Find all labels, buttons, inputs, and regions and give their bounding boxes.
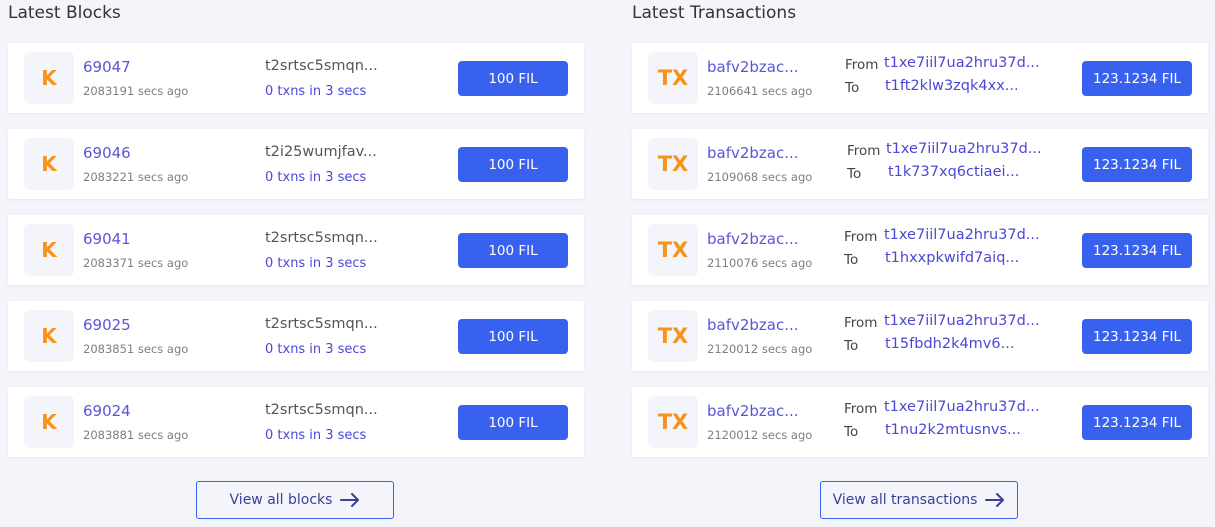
tx-hash-link[interactable]: bafv2bzac... xyxy=(707,58,799,76)
block-height-link[interactable]: 69025 xyxy=(83,316,131,334)
transaction-card: TX bafv2bzac... 2106641 secs ago From t1… xyxy=(632,43,1208,113)
block-txns-info: 0 txns in 3 secs xyxy=(265,342,366,357)
to-address-link[interactable]: t1k737xq6ctiaei... xyxy=(888,164,1019,180)
block-reward-button[interactable]: 100 FIL xyxy=(458,319,568,354)
transaction-card: TX bafv2bzac... 2110076 secs ago From t1… xyxy=(632,215,1208,285)
block-k-icon: K xyxy=(24,52,74,104)
block-card: K 69041 2083371 secs ago t2srtsc5smqn...… xyxy=(8,215,584,285)
transaction-card: TX bafv2bzac... 2120012 secs ago From t1… xyxy=(632,387,1208,457)
from-address-link[interactable]: t1xe7iil7ua2hru37d... xyxy=(884,55,1040,71)
latest-blocks-title: Latest Blocks xyxy=(8,3,121,23)
to-label: To xyxy=(845,80,860,96)
block-card: K 69047 2083191 secs ago t2srtsc5smqn...… xyxy=(8,43,584,113)
block-k-icon: K xyxy=(24,224,74,276)
block-time: in 3 secs xyxy=(309,256,367,271)
block-age: 2083881 secs ago xyxy=(83,428,189,442)
tx-icon: TX xyxy=(648,396,698,448)
from-label: From xyxy=(845,57,879,73)
tx-age: 2106641 secs ago xyxy=(707,84,813,98)
to-address-link[interactable]: t1hxxpkwifd7aiq... xyxy=(885,250,1019,266)
block-time: in 3 secs xyxy=(309,428,367,443)
tx-icon: TX xyxy=(648,224,698,276)
tx-icon: TX xyxy=(648,138,698,190)
block-height-link[interactable]: 69046 xyxy=(83,144,131,162)
block-reward-button[interactable]: 100 FIL xyxy=(458,405,568,440)
block-txns: 0 txns xyxy=(265,342,306,357)
view-all-transactions-button[interactable]: View all transactions xyxy=(820,481,1018,519)
block-miner[interactable]: t2srtsc5smqn... xyxy=(265,316,378,332)
to-address-link[interactable]: t15fbdh2k4mv6... xyxy=(885,336,1014,352)
from-address-link[interactable]: t1xe7iil7ua2hru37d... xyxy=(886,141,1042,157)
block-card: K 69046 2083221 secs ago t2i25wumjfav...… xyxy=(8,129,584,199)
block-reward-button[interactable]: 100 FIL xyxy=(458,233,568,268)
block-k-icon: K xyxy=(24,138,74,190)
block-miner[interactable]: t2srtsc5smqn... xyxy=(265,402,378,418)
to-address-link[interactable]: t1ft2klw3zqk4xx... xyxy=(885,78,1019,94)
block-time: in 3 secs xyxy=(309,84,367,99)
to-address-link[interactable]: t1nu2k2mtusnvs... xyxy=(885,422,1021,438)
block-height-link[interactable]: 69047 xyxy=(83,58,131,76)
block-txns: 0 txns xyxy=(265,428,306,443)
transaction-card: TX bafv2bzac... 2120012 secs ago From t1… xyxy=(632,301,1208,371)
tx-hash-link[interactable]: bafv2bzac... xyxy=(707,402,799,420)
tx-hash-link[interactable]: bafv2bzac... xyxy=(707,144,799,162)
view-all-transactions-label: View all transactions xyxy=(832,492,978,508)
block-txns: 0 txns xyxy=(265,256,306,271)
arrow-right-icon xyxy=(340,493,360,507)
tx-amount-button[interactable]: 123.1234 FIL xyxy=(1082,233,1192,268)
tx-hash-link[interactable]: bafv2bzac... xyxy=(707,230,799,248)
from-label: From xyxy=(844,315,878,331)
transaction-card: TX bafv2bzac... 2109068 secs ago From t1… xyxy=(632,129,1208,199)
block-miner[interactable]: t2srtsc5smqn... xyxy=(265,230,378,246)
block-txns-info: 0 txns in 3 secs xyxy=(265,256,366,271)
block-txns-info: 0 txns in 3 secs xyxy=(265,428,366,443)
block-reward-button[interactable]: 100 FIL xyxy=(458,147,568,182)
block-card: K 69025 2083851 secs ago t2srtsc5smqn...… xyxy=(8,301,584,371)
block-txns-info: 0 txns in 3 secs xyxy=(265,170,366,185)
from-address-link[interactable]: t1xe7iil7ua2hru37d... xyxy=(884,399,1040,415)
from-label: From xyxy=(844,401,878,417)
block-card: K 69024 2083881 secs ago t2srtsc5smqn...… xyxy=(8,387,584,457)
to-label: To xyxy=(844,338,859,354)
block-age: 2083191 secs ago xyxy=(83,84,189,98)
view-all-blocks-button[interactable]: View all blocks xyxy=(196,481,394,519)
from-label: From xyxy=(844,229,878,245)
to-label: To xyxy=(847,166,862,182)
to-label: To xyxy=(844,424,859,440)
tx-amount-button[interactable]: 123.1234 FIL xyxy=(1082,405,1192,440)
from-address-link[interactable]: t1xe7iil7ua2hru37d... xyxy=(884,313,1040,329)
block-height-link[interactable]: 69024 xyxy=(83,402,131,420)
latest-transactions-title: Latest Transactions xyxy=(632,3,797,23)
from-label: From xyxy=(847,143,881,159)
view-all-blocks-label: View all blocks xyxy=(229,492,333,508)
block-k-icon: K xyxy=(24,310,74,362)
block-age: 2083371 secs ago xyxy=(83,256,189,270)
block-txns: 0 txns xyxy=(265,170,306,185)
tx-icon: TX xyxy=(648,52,698,104)
tx-age: 2109068 secs ago xyxy=(707,170,813,184)
tx-amount-button[interactable]: 123.1234 FIL xyxy=(1082,147,1192,182)
tx-hash-link[interactable]: bafv2bzac... xyxy=(707,316,799,334)
block-txns-info: 0 txns in 3 secs xyxy=(265,84,366,99)
block-reward-button[interactable]: 100 FIL xyxy=(458,61,568,96)
from-address-link[interactable]: t1xe7iil7ua2hru37d... xyxy=(884,227,1040,243)
tx-age: 2120012 secs ago xyxy=(707,342,813,356)
block-time: in 3 secs xyxy=(309,170,367,185)
block-age: 2083221 secs ago xyxy=(83,170,189,184)
block-age: 2083851 secs ago xyxy=(83,342,189,356)
tx-age: 2120012 secs ago xyxy=(707,428,813,442)
tx-amount-button[interactable]: 123.1234 FIL xyxy=(1082,61,1192,96)
to-label: To xyxy=(844,252,859,268)
tx-age: 2110076 secs ago xyxy=(707,256,813,270)
tx-icon: TX xyxy=(648,310,698,362)
arrow-right-icon xyxy=(985,493,1005,507)
block-k-icon: K xyxy=(24,396,74,448)
block-time: in 3 secs xyxy=(309,342,367,357)
block-height-link[interactable]: 69041 xyxy=(83,230,131,248)
block-txns: 0 txns xyxy=(265,84,306,99)
block-miner[interactable]: t2srtsc5smqn... xyxy=(265,58,378,74)
block-miner[interactable]: t2i25wumjfav... xyxy=(265,144,377,160)
tx-amount-button[interactable]: 123.1234 FIL xyxy=(1082,319,1192,354)
